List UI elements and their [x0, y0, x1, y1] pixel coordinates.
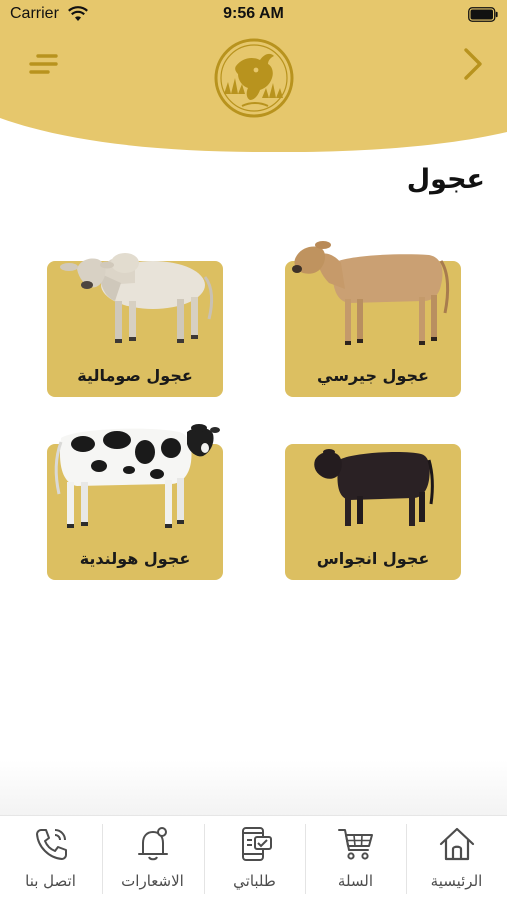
nav-label: طلباتي: [233, 872, 276, 890]
battery-icon: [468, 7, 498, 22]
nav-item-contact[interactable]: اتصل بنا: [0, 816, 101, 900]
nav-label: الرئيسية: [430, 872, 483, 890]
menu-button[interactable]: [28, 50, 62, 80]
phone-icon: [35, 829, 67, 860]
nav-item-notifications[interactable]: الاشعارات: [102, 816, 203, 900]
bell-icon: [137, 827, 168, 861]
card-label: عجول انجواس: [316, 549, 430, 568]
card-label: عجول جيرسي: [317, 366, 429, 385]
angus-calf: [314, 449, 434, 526]
menu-lines-icon: [29, 54, 58, 74]
nav-label: السلة: [337, 872, 374, 890]
bottom-fade: [0, 760, 507, 816]
page-title: عجول: [406, 164, 485, 195]
app-screen: Carrier 9:56 AM عجول عجول صومالية عجول ج…: [0, 0, 507, 900]
holstein-calf: [54, 424, 220, 528]
product-card-somali[interactable]: عجول صومالية: [47, 253, 223, 397]
product-card-holstein[interactable]: عجول هولندية: [47, 424, 223, 580]
nav-item-cart[interactable]: السلة: [305, 816, 406, 900]
orders-icon: [241, 827, 272, 861]
nav-label: اتصل بنا: [25, 872, 76, 890]
status-bar: Carrier 9:56 AM: [0, 0, 507, 30]
product-card-jersey[interactable]: عجول جيرسي: [285, 241, 461, 397]
clock: 9:56 AM: [223, 5, 284, 22]
product-card-angus[interactable]: عجول انجواس: [285, 444, 461, 580]
nav-label: الاشعارات: [121, 872, 184, 890]
card-label: عجول صومالية: [77, 366, 193, 385]
card-label: عجول هولندية: [79, 549, 191, 568]
nav-item-orders[interactable]: طلباتي: [204, 816, 305, 900]
bottom-navigation: اتصل بنا الاشعارات طلباتي السلة الرئيسية: [0, 815, 507, 900]
cow-farm-logo: [214, 38, 294, 118]
chevron-right-icon: [464, 48, 482, 80]
white-zebu-calf: [60, 253, 214, 343]
jersey-calf: [292, 241, 450, 345]
cart-icon: [337, 829, 373, 860]
home-icon: [439, 827, 474, 861]
nav-item-home[interactable]: الرئيسية: [406, 816, 507, 900]
forward-button[interactable]: [461, 46, 485, 82]
